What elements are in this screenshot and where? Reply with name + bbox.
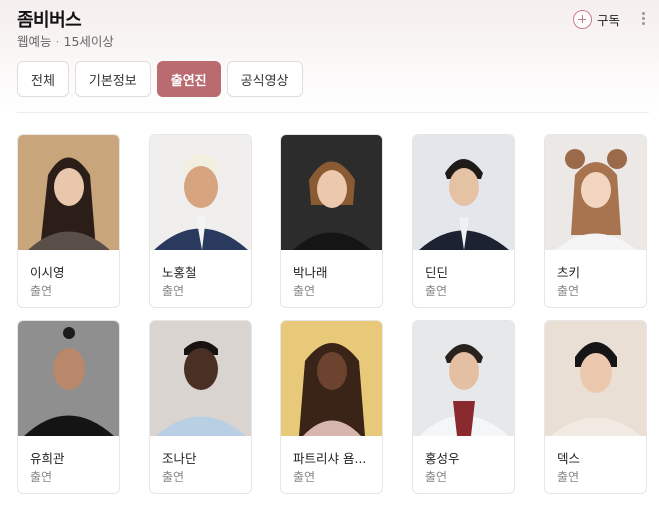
cast-card[interactable]: 조나단 출연 xyxy=(149,320,252,494)
cast-role: 출연 xyxy=(293,284,316,298)
cast-role: 출연 xyxy=(162,470,185,484)
cast-photo xyxy=(281,135,382,250)
cast-card[interactable]: 딘딘 출연 xyxy=(412,134,515,308)
cast-name: 노홍철 xyxy=(162,265,197,280)
cast-role: 출연 xyxy=(425,470,448,484)
cast-name: 유희관 xyxy=(30,451,65,466)
tab-official-videos[interactable]: 공식영상 xyxy=(226,61,303,97)
cast-name: 조나단 xyxy=(162,451,197,466)
cast-card[interactable]: 홍성우 출연 xyxy=(412,320,515,494)
cast-photo xyxy=(150,321,251,436)
tab-all[interactable]: 전체 xyxy=(17,61,69,97)
subscribe-button[interactable]: 구독 xyxy=(573,10,620,29)
cast-role: 출연 xyxy=(557,284,580,298)
cast-name: 홍성우 xyxy=(425,451,460,466)
tab-basic-info[interactable]: 기본정보 xyxy=(74,61,151,97)
program-meta: 웹예능 · 15세이상 xyxy=(17,31,114,50)
program-rating: 15세이상 xyxy=(63,34,114,49)
cast-photo xyxy=(545,135,646,250)
program-header: 좀비버스 웹예능 · 15세이상 구독 전체 기본정보 출연진 공식영상 xyxy=(0,0,659,112)
cast-name: 덱스 xyxy=(557,451,581,466)
cast-name: 파트리샤 욤... xyxy=(293,451,367,466)
tab-bar: 전체 기본정보 출연진 공식영상 xyxy=(17,61,309,97)
cast-name: 박나래 xyxy=(293,265,328,280)
cast-role: 출연 xyxy=(425,284,448,298)
subscribe-label: 구독 xyxy=(597,13,621,28)
cast-card[interactable]: 파트리샤 욤... 출연 xyxy=(280,320,383,494)
cast-photo xyxy=(281,321,382,436)
cast-name: 이시영 xyxy=(30,265,65,280)
cast-role: 출연 xyxy=(30,470,53,484)
divider xyxy=(17,112,649,113)
cast-photo xyxy=(413,321,514,436)
cast-name: 딘딘 xyxy=(425,265,449,280)
cast-photo xyxy=(413,135,514,250)
cast-role: 출연 xyxy=(30,284,53,298)
cast-name: 츠키 xyxy=(557,265,581,280)
cast-photo xyxy=(18,321,119,436)
cast-card[interactable]: 유희관 출연 xyxy=(17,320,120,494)
tab-cast[interactable]: 출연진 xyxy=(156,61,221,97)
cast-card[interactable]: 박나래 출연 xyxy=(280,134,383,308)
cast-photo xyxy=(545,321,646,436)
cast-photo xyxy=(150,135,251,250)
plus-circle-icon xyxy=(573,10,592,29)
cast-card[interactable]: 이시영 출연 xyxy=(17,134,120,308)
cast-photo xyxy=(18,135,119,250)
cast-role: 출연 xyxy=(557,470,580,484)
meta-separator: · xyxy=(55,34,60,49)
cast-role: 출연 xyxy=(162,284,185,298)
program-title: 좀비버스 xyxy=(17,10,82,31)
cast-card[interactable]: 노홍철 출연 xyxy=(149,134,252,308)
program-genre: 웹예능 xyxy=(17,34,52,49)
more-options-icon[interactable] xyxy=(640,12,646,28)
cast-card[interactable]: 츠키 출연 xyxy=(544,134,647,308)
cast-role: 출연 xyxy=(293,470,316,484)
cast-card[interactable]: 덱스 출연 xyxy=(544,320,647,494)
